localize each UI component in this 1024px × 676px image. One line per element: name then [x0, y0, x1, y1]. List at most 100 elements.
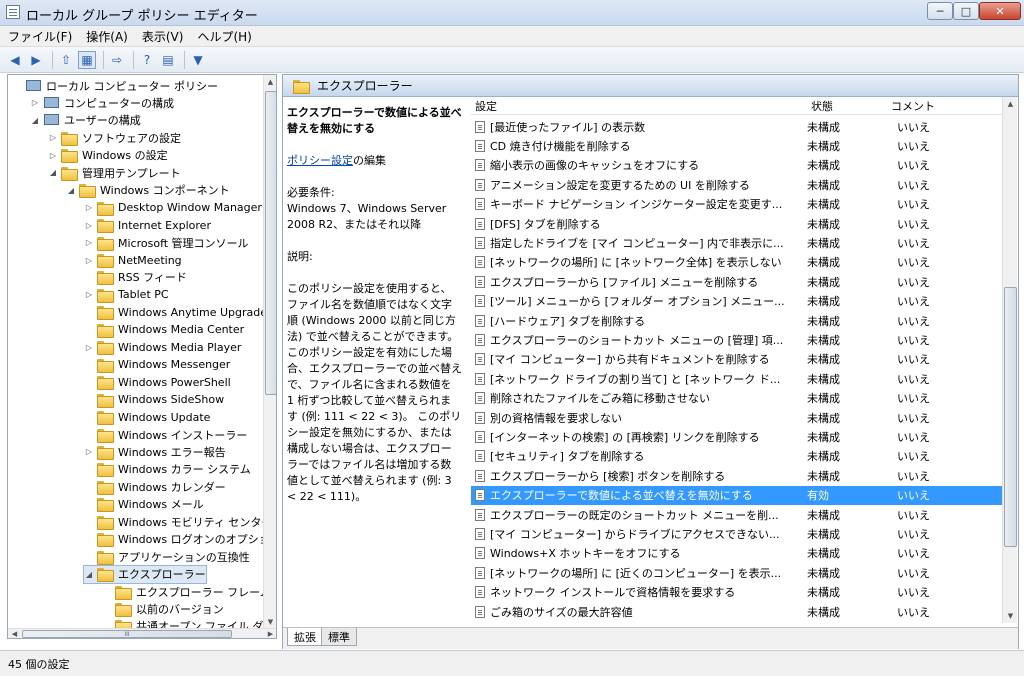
expand-arrow-icon[interactable]: ▷ [84, 255, 94, 265]
column-comment[interactable]: コメント [891, 98, 935, 114]
table-row[interactable]: エクスプローラーのショートカット メニューの [管理] 項... 未構成 いいえ [471, 330, 1003, 349]
scroll-up-icon[interactable]: ▲ [264, 75, 276, 88]
table-row[interactable]: エクスプローラーから [検索] ボタンを削除する 未構成 いいえ [471, 466, 1003, 485]
scroll-left-icon[interactable]: ◀ [8, 628, 21, 638]
tree-item[interactable]: ▷ Tablet PC [84, 286, 169, 303]
minimize-button[interactable]: ─ [927, 2, 953, 20]
table-row[interactable]: [マイ コンピューター] からドライブにアクセスできない... 未構成 いいえ [471, 524, 1003, 543]
tree-item[interactable]: ▷ Desktop Window Manager [84, 199, 262, 216]
forward-arrow-icon[interactable]: ▶ [27, 51, 45, 69]
tree-item[interactable]: ◢ エクスプローラー [83, 564, 207, 584]
show-hide-tree-icon[interactable]: ▦ [78, 50, 96, 69]
tree-item[interactable]: Windows SideShow [84, 391, 224, 408]
tree-item[interactable]: Windows カレンダー [84, 478, 226, 495]
table-row[interactable]: キーボード ナビゲーション インジケーター設定を変更す... 未構成 いいえ [471, 195, 1003, 214]
table-row[interactable]: CD 焼き付け機能を削除する 未構成 いいえ [471, 136, 1003, 155]
expand-arrow-icon[interactable]: ▷ [84, 203, 94, 213]
tree-item[interactable]: RSS フィード [84, 269, 187, 286]
edit-policy-link[interactable]: ポリシー設定 [287, 154, 353, 167]
menu-help[interactable]: ヘルプ(H) [197, 28, 251, 45]
tab-extended[interactable]: 拡張 [287, 628, 323, 646]
tree-item[interactable]: ▷ Windows Media Player [84, 339, 241, 356]
scroll-right-icon[interactable]: ▶ [264, 628, 276, 638]
table-row[interactable]: エクスプローラーの既定のショートカット メニューを削... 未構成 いいえ [471, 505, 1003, 524]
table-row[interactable]: 縮小表示の画像のキャッシュをオフにする 未構成 いいえ [471, 156, 1003, 175]
tree-item[interactable]: ▷ Internet Explorer [84, 217, 211, 234]
tree-item[interactable]: ▷ Windows エラー報告 [84, 443, 226, 460]
scroll-up-icon[interactable]: ▲ [1004, 97, 1017, 110]
collapse-arrow-icon[interactable]: ◢ [30, 115, 40, 125]
tree-item[interactable]: ローカル コンピューター ポリシー [12, 77, 218, 94]
table-row[interactable]: [ネットワークの場所] に [近くのコンピューター] を表示... 未構成 いいえ [471, 563, 1003, 582]
tree-item[interactable]: ◢ 管理用テンプレート [48, 164, 181, 181]
table-row[interactable]: 別の資格情報を要求しない 未構成 いいえ [471, 408, 1003, 427]
table-row[interactable]: 削除されたファイルをごみ箱に移動させない 未構成 いいえ [471, 389, 1003, 408]
expand-arrow-icon[interactable]: ▷ [48, 133, 58, 143]
collapse-arrow-icon[interactable]: ◢ [48, 168, 58, 178]
menu-action[interactable]: 操作(A) [86, 28, 128, 45]
column-setting[interactable]: 設定 [475, 98, 497, 114]
collapse-arrow-icon[interactable]: ◢ [66, 185, 76, 195]
scroll-down-icon[interactable]: ▼ [1004, 609, 1017, 622]
table-row[interactable]: [セキュリティ] タブを削除する 未構成 いいえ [471, 447, 1003, 466]
tree-item[interactable]: 以前のバージョン [102, 601, 224, 618]
export-list-icon[interactable]: ⇨ [108, 51, 126, 69]
tree-horizontal-scrollbar[interactable]: ◀ III ▶ [8, 628, 276, 638]
table-row[interactable]: [最近使ったファイル] の表示数 未構成 いいえ [471, 117, 1003, 136]
table-row[interactable]: [マイ コンピューター] から共有ドキュメントを削除する 未構成 いいえ [471, 350, 1003, 369]
properties-icon[interactable]: ▤ [159, 51, 177, 69]
tree-item[interactable]: Windows Messenger [84, 356, 230, 373]
scroll-down-icon[interactable]: ▼ [264, 615, 276, 628]
tree-item[interactable]: Windows カラー システム [84, 461, 251, 478]
up-level-icon[interactable]: ⇧ [57, 51, 75, 69]
table-row[interactable]: ネットワーク インストールで資格情報を要求する 未構成 いいえ [471, 583, 1003, 602]
tree-item[interactable]: ▷ NetMeeting [84, 252, 182, 269]
scroll-thumb[interactable] [265, 91, 276, 395]
tree-item[interactable]: Windows メール [84, 496, 204, 513]
tree-item[interactable]: ▷ コンピューターの構成 [30, 94, 174, 111]
tree-item[interactable]: ▷ Windows の設定 [48, 147, 168, 164]
tree-item[interactable]: Windows Update [84, 409, 210, 426]
table-row[interactable]: 指定したドライブを [マイ コンピューター] 内で非表示に... 未構成 いいえ [471, 233, 1003, 252]
close-button[interactable]: ✕ [979, 2, 1021, 20]
expand-arrow-icon[interactable]: ▷ [84, 447, 94, 457]
scroll-thumb[interactable] [1004, 287, 1017, 547]
tree-item[interactable]: Windows Anytime Upgrade [84, 304, 263, 321]
table-row[interactable]: エクスプローラーで数値による並べ替えを無効にする 有効 いいえ [471, 485, 1003, 505]
tree-item[interactable]: ◢ Windows コンポーネント [66, 182, 230, 199]
expand-arrow-icon[interactable]: ▷ [84, 238, 94, 248]
tree-item[interactable]: ◢ ユーザーの構成 [30, 112, 141, 129]
menu-view[interactable]: 表示(V) [142, 28, 184, 45]
table-row[interactable]: [ハードウェア] タブを削除する 未構成 いいえ [471, 311, 1003, 330]
tree-item[interactable]: Windows Media Center [84, 321, 244, 338]
tree-item[interactable]: アプリケーションの互換性 [84, 548, 250, 565]
help-icon[interactable]: ? [138, 51, 156, 69]
maximize-button[interactable]: □ [953, 2, 979, 20]
tree-item[interactable]: エクスプローラー フレーム ウ [102, 583, 263, 600]
tree-vertical-scrollbar[interactable]: ▲ ▼ [263, 75, 276, 628]
collapse-arrow-icon[interactable]: ◢ [84, 569, 94, 579]
table-row[interactable]: [ネットワークの場所] に [ネットワーク全体] を表示しない 未構成 いいえ [471, 253, 1003, 272]
tab-standard[interactable]: 標準 [321, 628, 357, 646]
expand-arrow-icon[interactable]: ▷ [30, 98, 40, 108]
tree-item[interactable]: Windows インストーラー [84, 426, 247, 443]
column-state[interactable]: 状態 [811, 98, 833, 114]
table-row[interactable]: ごみ箱のサイズの最大許容値 未構成 いいえ [471, 602, 1003, 621]
expand-arrow-icon[interactable]: ▷ [48, 150, 58, 160]
menu-file[interactable]: ファイル(F) [8, 28, 72, 45]
tree-item[interactable]: Windows モビリティ センター [84, 513, 263, 530]
expand-arrow-icon[interactable]: ▷ [84, 342, 94, 352]
table-row[interactable]: Windows+X ホットキーをオフにする 未構成 いいえ [471, 544, 1003, 563]
table-row[interactable]: [ネットワーク ドライブの割り当て] と [ネットワーク ド... 未構成 いいえ [471, 369, 1003, 388]
tree-item[interactable]: Windows PowerShell [84, 374, 231, 391]
tree-item[interactable]: Windows ログオンのオプション [84, 531, 263, 548]
tree-item[interactable]: ▷ ソフトウェアの設定 [48, 129, 181, 146]
expand-arrow-icon[interactable]: ▷ [84, 220, 94, 230]
table-row[interactable]: エクスプローラーから [ファイル] メニューを削除する 未構成 いいえ [471, 272, 1003, 291]
expand-arrow-icon[interactable]: ▷ [84, 290, 94, 300]
scroll-thumb[interactable]: III [22, 630, 232, 638]
table-row[interactable]: [ツール] メニューから [フォルダー オプション] メニュー... 未構成 いいえ [471, 292, 1003, 311]
list-vertical-scrollbar[interactable]: ▲ ▼ [1002, 97, 1017, 623]
back-arrow-icon[interactable]: ◀ [6, 51, 24, 69]
tree-item[interactable]: 共通オープン ファイル ダイア [102, 618, 263, 628]
